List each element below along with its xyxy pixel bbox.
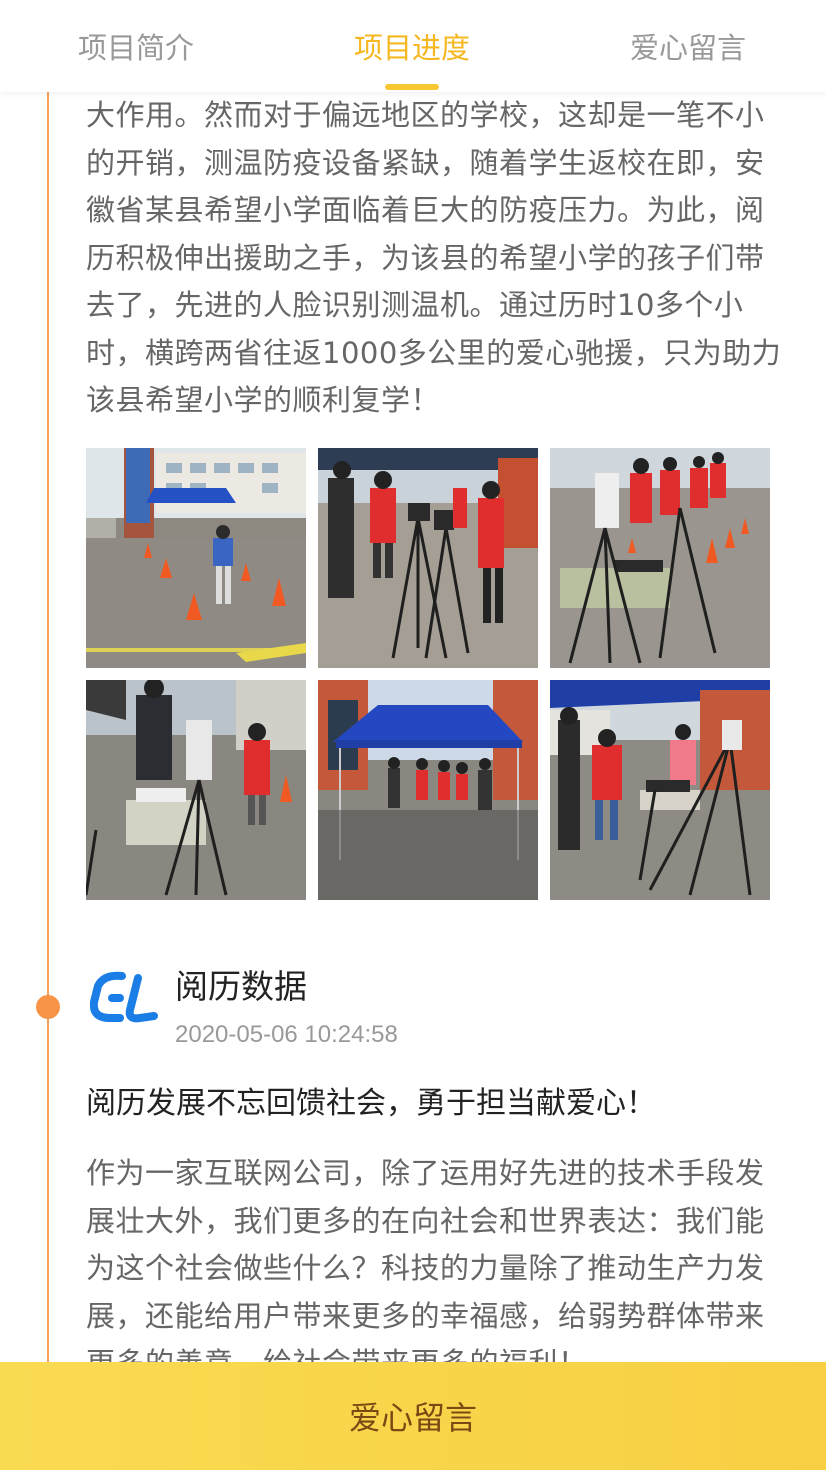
post-date: 2020-05-06 10:24:58 — [175, 1021, 398, 1048]
yueli-logo-icon — [90, 971, 158, 1023]
photo-6[interactable] — [550, 680, 770, 900]
photo-2[interactable] — [318, 448, 538, 668]
timeline-dot — [36, 995, 60, 1019]
tab-project-intro[interactable]: 项目简介 — [26, 28, 246, 68]
photo-1[interactable] — [86, 448, 306, 668]
author-name: 阅历数据 — [175, 967, 307, 1006]
timeline-line — [47, 92, 49, 1362]
post-title: 阅历发展不忘回馈社会，勇于担当献爱心！ — [86, 1086, 656, 1121]
photo-5[interactable] — [318, 680, 538, 900]
tab-project-progress[interactable]: 项目进度 — [302, 28, 522, 68]
active-tab-indicator — [385, 84, 439, 90]
photo-3[interactable] — [550, 448, 770, 668]
top-tab-bar: 项目简介 项目进度 爱心留言 — [0, 0, 826, 92]
photo-grid — [86, 448, 770, 902]
update-paragraph: 大作用。然而对于偏远地区的学校，这却是一笔不小的开销，测温防疫设备紧缺，随着学生… — [86, 98, 782, 417]
post-paragraph: 作为一家互联网公司，除了运用好先进的技术手段发展壮大外，我们更多的在向社会和世界… — [86, 1156, 765, 1380]
love-message-button[interactable]: 爱心留言 — [0, 1362, 826, 1470]
photo-4[interactable] — [86, 680, 306, 900]
tab-love-messages[interactable]: 爱心留言 — [578, 28, 798, 68]
